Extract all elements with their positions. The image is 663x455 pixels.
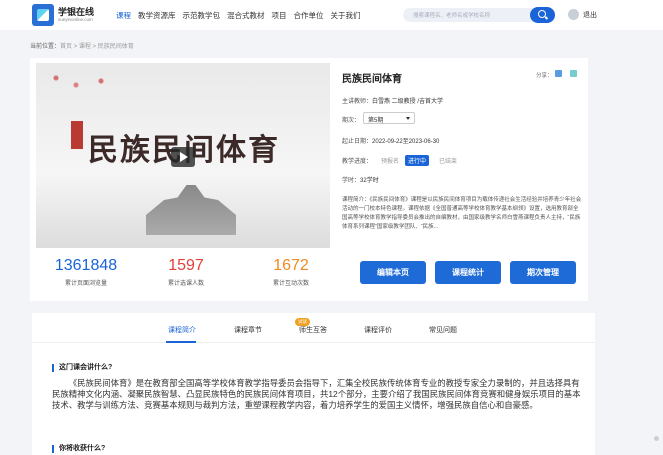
hours-row: 学时：32学时 xyxy=(342,175,379,184)
dates-label: 起止日期： xyxy=(342,139,373,145)
period-value: 第5期 xyxy=(368,118,384,124)
course-title: 民族民间体育 xyxy=(342,74,402,85)
seal-decoration xyxy=(71,121,83,149)
brand-subtitle: xueyinonline.com xyxy=(58,17,93,22)
course-detail-panel: 课程简介 课程章节 试读 师生互答 课程评价 常见问题 这门课会讲什么? 《民族… xyxy=(32,313,595,455)
tab-qa[interactable]: 师生互答 xyxy=(299,325,327,335)
breadcrumb-courses[interactable]: 课程 xyxy=(79,44,91,50)
stat-label: 累计选课人数 xyxy=(167,281,204,287)
logout-link[interactable]: 退出 xyxy=(583,10,597,20)
search-button[interactable] xyxy=(530,7,555,23)
period-select[interactable]: 第5期 xyxy=(363,112,415,124)
period-manage-button[interactable]: 期次管理 xyxy=(510,261,576,284)
scroll-top-icon[interactable] xyxy=(654,436,659,441)
course-cover-video[interactable]: 民族民间体育 xyxy=(36,63,330,248)
course-card: 民族民间体育 民族民间体育 分享： 主讲教师：白雪燕 二级教授 /吉首大学 期次… xyxy=(30,58,588,301)
stat-label: 累计互动次数 xyxy=(272,281,309,287)
progress-preregistration: 预报名 xyxy=(381,159,400,165)
intro-label: 课程简介： xyxy=(342,197,370,203)
share-label: 分享： xyxy=(536,73,553,79)
breadcrumb: 当前位置：首页 > 课程 > 民族民间体育 xyxy=(30,44,134,50)
section-body-content: 《民族民间体育》是在教育部全国高等学校体育教学指导委员会指导下，汇集全校民族传统… xyxy=(52,378,581,410)
stat-enrollments: 1597 累计选课人数 xyxy=(136,257,236,287)
breadcrumb-home[interactable]: 首页 xyxy=(60,44,72,50)
nav-item-demo-packages[interactable]: 示范教学包 xyxy=(183,10,221,21)
dates-value: 2022-09-22至2023-06-30 xyxy=(372,139,440,145)
user-icon[interactable] xyxy=(568,9,579,20)
progress-label: 教学进度： xyxy=(342,159,373,165)
breadcrumb-current: 民族民间体育 xyxy=(97,44,134,50)
nav-item-blended-textbooks[interactable]: 混合式教材 xyxy=(227,10,265,21)
play-icon[interactable] xyxy=(171,147,195,167)
progress-ended: 已结束 xyxy=(439,159,458,165)
search-placeholder: 搜索课程名、老师名或学校名称 xyxy=(413,13,491,19)
nav-item-resource-library[interactable]: 教学资源库 xyxy=(138,10,176,21)
section-title-content: 这门课会讲什么? xyxy=(52,364,112,372)
teacher-row: 主讲教师：白雪燕 二级教授 /吉首大学 xyxy=(342,96,443,105)
teacher-value: 白雪燕 二级教授 /吉首大学 xyxy=(372,99,444,105)
hours-value: 32学时 xyxy=(360,178,379,184)
stat-interactions: 1672 累计互动次数 xyxy=(241,257,341,287)
teacher-label: 主讲教师： xyxy=(342,99,373,105)
top-navbar: 学银在线 xueyinonline.com 课程 教学资源库 示范教学包 混合式… xyxy=(0,0,663,30)
logo-icon[interactable] xyxy=(32,4,54,26)
pavilion-illustration xyxy=(146,185,236,235)
hours-label: 学时： xyxy=(342,178,361,184)
breadcrumb-prefix: 当前位置： xyxy=(30,44,61,50)
share-icon[interactable] xyxy=(555,70,562,77)
stat-value: 1361848 xyxy=(54,257,118,274)
nav-item-courses[interactable]: 课程 xyxy=(116,10,131,21)
stat-value: 1597 xyxy=(168,257,204,274)
tab-chapters[interactable]: 课程章节 xyxy=(234,325,262,335)
tab-faq[interactable]: 常见问题 xyxy=(429,325,457,335)
nav-item-about[interactable]: 关于我们 xyxy=(331,10,361,21)
course-stats-button[interactable]: 课程统计 xyxy=(435,261,501,284)
active-tab-indicator xyxy=(166,341,196,343)
intro-text: 《民族民间体育》课程是以民族民间体育项目为载体传递社会生活经验并培养青少年社会活… xyxy=(342,197,582,230)
main-nav: 课程 教学资源库 示范教学包 混合式教材 项目 合作单位 关于我们 xyxy=(116,10,361,21)
progress-in-progress: 进行中 xyxy=(405,155,430,166)
share-qrcode-icon[interactable] xyxy=(570,70,577,77)
plum-branch-decoration xyxy=(36,63,156,123)
tab-course-intro[interactable]: 课程简介 xyxy=(168,325,196,335)
tab-reviews[interactable]: 课程评价 xyxy=(364,325,392,335)
edit-page-button[interactable]: 编辑本页 xyxy=(360,261,426,284)
section-title-gains: 你将收获什么? xyxy=(52,445,105,453)
stat-value: 1672 xyxy=(273,257,309,274)
stat-label: 累计页面浏览量 xyxy=(64,281,107,287)
chevron-down-icon xyxy=(406,117,410,120)
course-intro: 课程简介：《民族民间体育》课程是以民族民间体育项目为载体传递社会生活经验并培养青… xyxy=(342,196,582,242)
period-label: 期次： xyxy=(342,118,361,124)
dates-row: 起止日期：2022-09-22至2023-06-30 xyxy=(342,136,439,145)
nav-item-partners[interactable]: 合作单位 xyxy=(294,10,324,21)
tab-bar: 课程简介 课程章节 试读 师生互答 课程评价 常见问题 xyxy=(32,313,595,343)
nav-item-projects[interactable]: 项目 xyxy=(272,10,287,21)
stat-page-views: 1361848 累计页面浏览量 xyxy=(36,257,136,287)
